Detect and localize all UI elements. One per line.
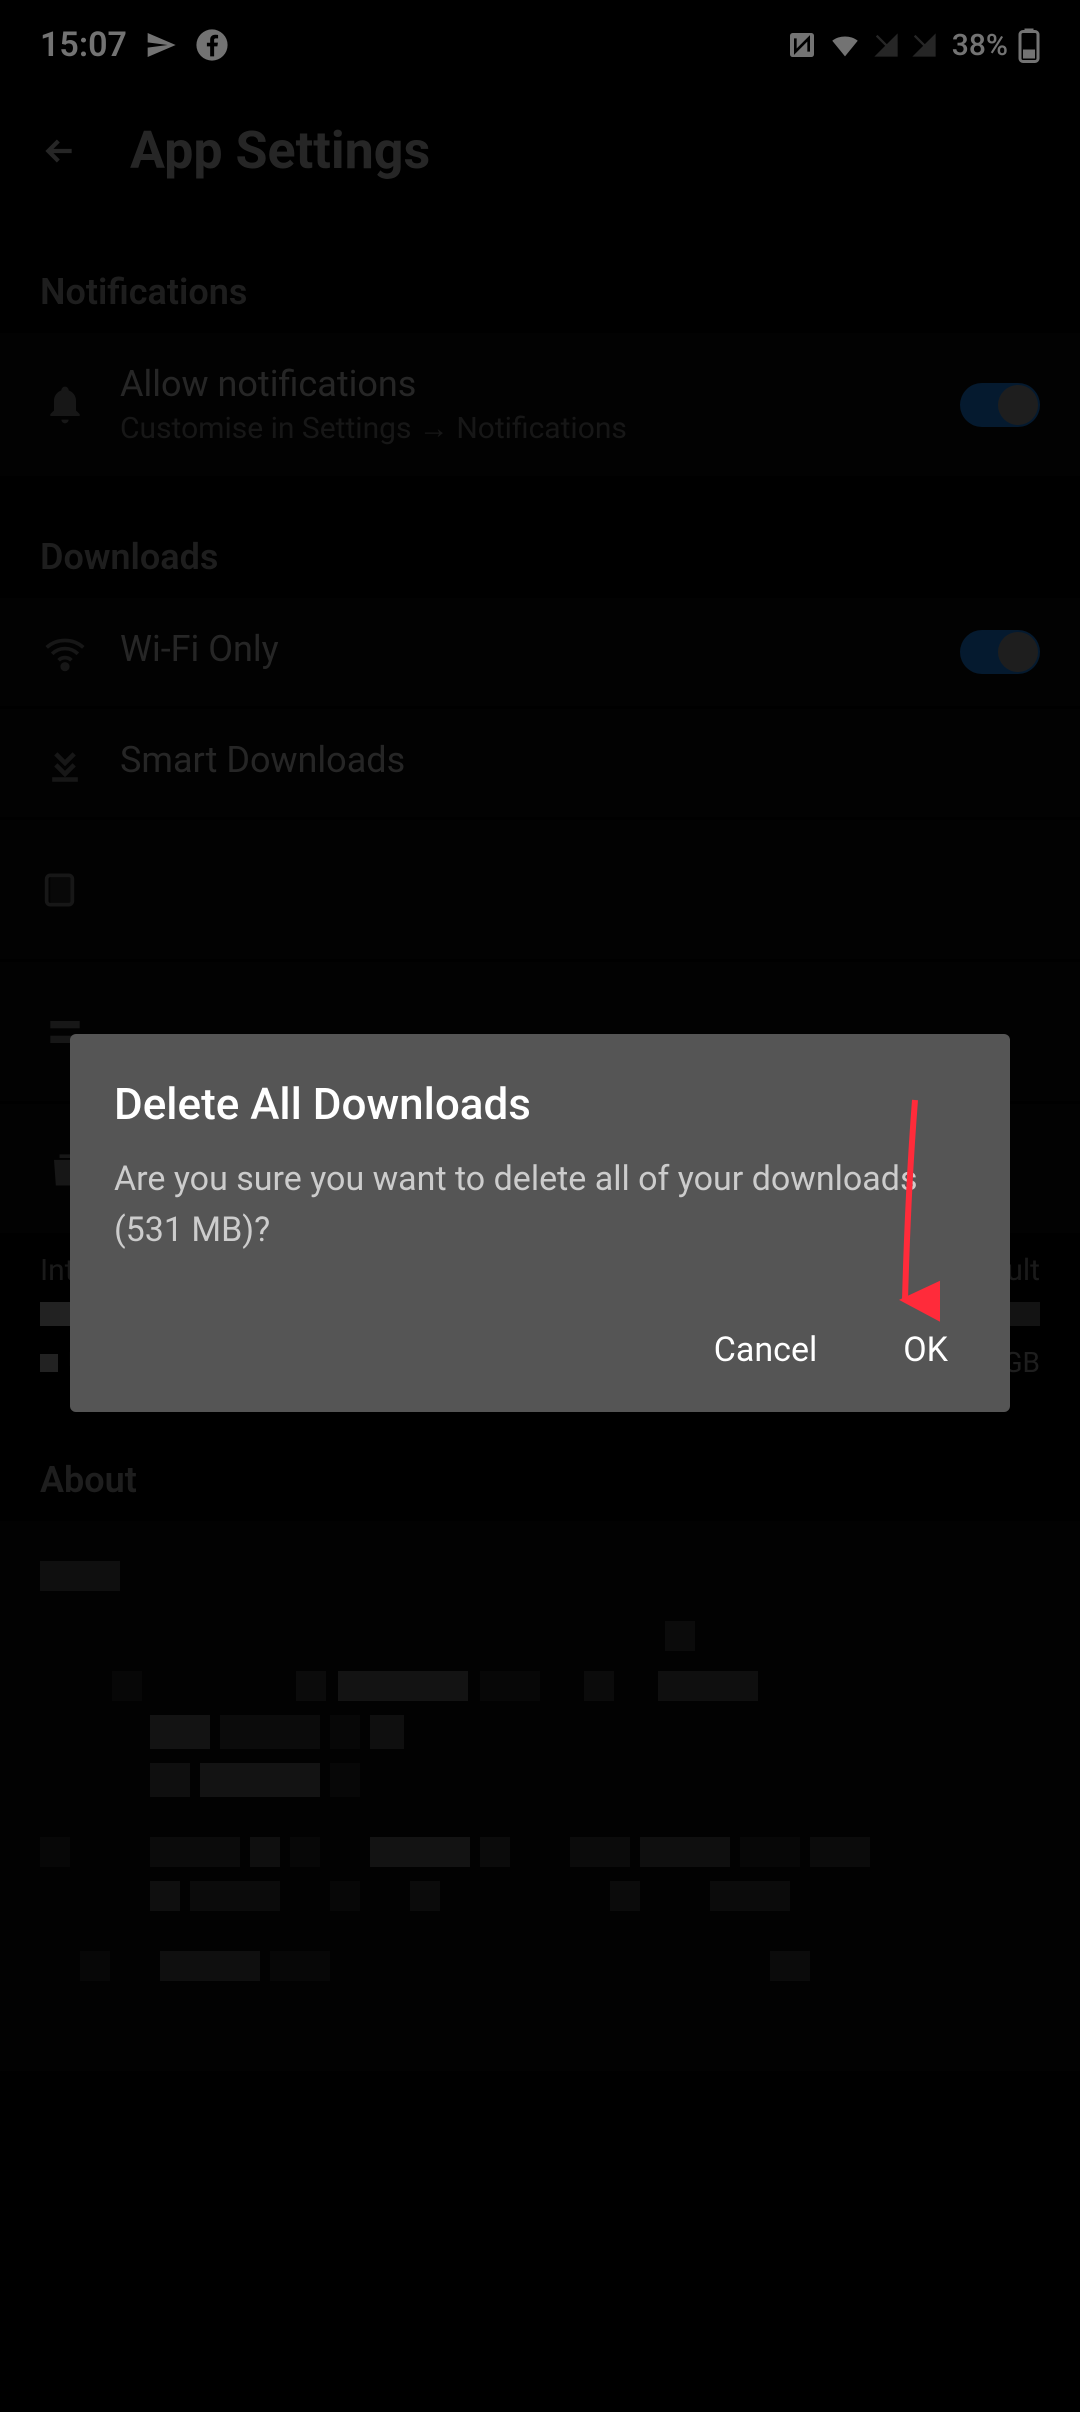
cancel-button[interactable]: Cancel [696,1316,836,1384]
delete-downloads-dialog: Delete All Downloads Are you sure you wa… [70,1034,1010,1412]
ok-button[interactable]: OK [885,1316,966,1384]
dialog-actions: Cancel OK [114,1316,966,1384]
dialog-title: Delete All Downloads [114,1078,966,1130]
dialog-message: Are you sure you want to delete all of y… [114,1154,966,1256]
